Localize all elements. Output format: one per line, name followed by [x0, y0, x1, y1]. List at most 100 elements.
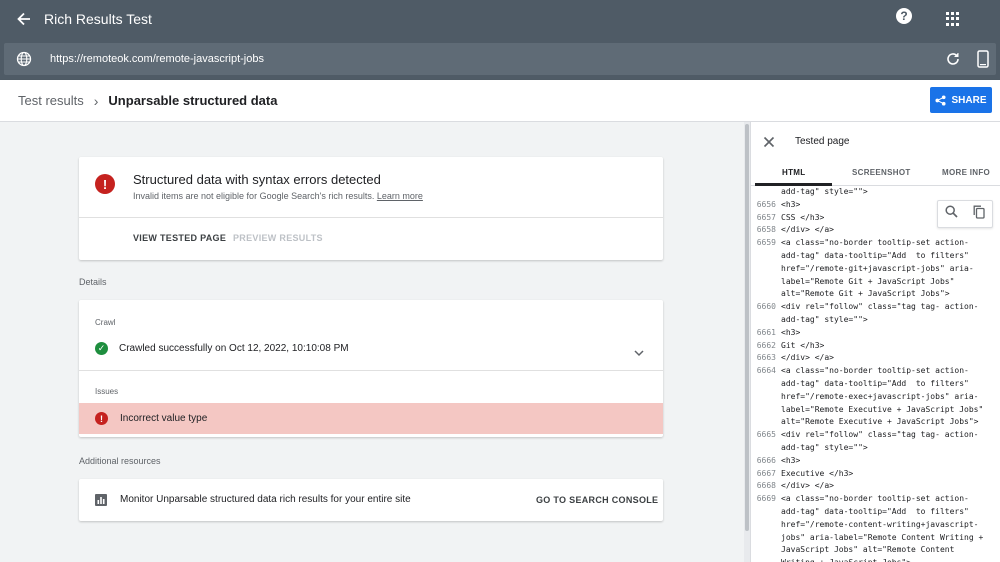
tab-screenshot[interactable]: SCREENSHOT [852, 168, 911, 177]
code-text: add-tag" style=""> [781, 314, 868, 324]
code-line: 6665 <div rel="follow" class="tag tag- ac… [751, 429, 1000, 442]
line-number [751, 391, 781, 404]
line-number: 6663 [756, 353, 776, 363]
code-text: href="/remote-git+javascript-jobs" aria- [781, 263, 974, 273]
bar-chart-icon [95, 493, 107, 506]
view-tested-page-button[interactable]: VIEW TESTED PAGE [133, 233, 226, 243]
code-line: 6663 </div> </a> [751, 352, 1000, 365]
code-toolbar [937, 200, 993, 228]
code-line: 6668 </div> </a> [751, 480, 1000, 493]
code-text: add-tag" style=""> [781, 187, 868, 196]
tested-page-panel: Tested page HTML SCREENSHOT MORE INFO ad… [750, 122, 1000, 562]
code-line: jobs" aria-label="Remote Content Writing… [751, 532, 1000, 545]
preview-results-button[interactable]: PREVIEW RESULTS [233, 233, 323, 243]
line-number: 6668 [756, 481, 776, 491]
line-number [751, 378, 781, 391]
monitor-text: Monitor Unparsable structured data rich … [120, 494, 411, 505]
code-text: JavaScript Jobs" alt="Remote Content [781, 545, 955, 555]
code-text: Writing + JavaScript Jobs"> [781, 557, 911, 562]
chevron-down-icon[interactable] [634, 344, 644, 362]
code-text: label="Remote Git + JavaScript Jobs" [781, 276, 955, 286]
code-text: href="/remote-exec+javascript-jobs" aria… [781, 391, 979, 401]
tab-html[interactable]: HTML [782, 168, 805, 177]
divider [79, 217, 663, 218]
line-number: 6666 [756, 455, 776, 465]
tested-page-header: Tested page [751, 122, 1000, 160]
line-number [751, 186, 781, 199]
code-line: 6667 Executive </h3> [751, 468, 1000, 481]
line-number [751, 276, 781, 289]
line-number [751, 557, 781, 562]
tab-more-info[interactable]: MORE INFO [942, 168, 990, 177]
help-icon[interactable]: ? [896, 8, 912, 24]
line-number: 6656 [756, 199, 776, 209]
apps-grid-icon[interactable] [946, 12, 960, 26]
line-number [751, 416, 781, 429]
line-number: 6664 [756, 366, 776, 376]
breadcrumb-parent[interactable]: Test results [18, 93, 84, 108]
arrow-back-icon[interactable] [14, 9, 34, 29]
error-icon: ! [95, 412, 108, 425]
code-text: add-tag" style=""> [781, 442, 868, 452]
issues-label: Issues [95, 387, 119, 396]
issue-row[interactable]: ! Incorrect value type [79, 403, 663, 434]
code-line: add-tag" data-tooltip="Add to filters" [751, 250, 1000, 263]
line-number [751, 442, 781, 455]
code-line: 6662 Git </h3> [751, 340, 1000, 353]
breadcrumb: Test results › Unparsable structured dat… [0, 80, 1000, 122]
share-label: SHARE [951, 94, 987, 106]
code-text: <div rel="follow" class="tag tag- action… [781, 302, 979, 312]
line-number: 6657 [756, 212, 776, 222]
additional-resources-heading: Additional resources [79, 456, 161, 466]
error-subtitle: Invalid items are not eligible for Googl… [133, 191, 423, 201]
url-text[interactable]: https://remoteok.com/remote-javascript-j… [50, 53, 264, 65]
code-line: label="Remote Executive + JavaScript Job… [751, 404, 1000, 417]
code-text: </div> </a> [781, 481, 834, 491]
line-number: 6662 [756, 340, 776, 350]
title-row: Rich Results Test ? [0, 0, 1000, 38]
code-text: <div rel="follow" class="tag tag- action… [781, 430, 979, 440]
code-text: <a class="no-border tooltip-set action- [781, 366, 969, 376]
html-code-view[interactable]: add-tag" style=""> 6656 <h3> 6657 CSS </h3> 6… [751, 186, 1000, 562]
line-number: 6667 [756, 468, 776, 478]
app-title: Rich Results Test [44, 11, 152, 27]
code-text: <h3> [781, 327, 801, 337]
code-line: 6660 <div rel="follow" class="tag tag- ac… [751, 301, 1000, 314]
error-subtitle-text: Invalid items are not eligible for Googl… [133, 191, 375, 201]
page-title: Unparsable structured data [108, 93, 278, 108]
close-icon[interactable] [763, 135, 775, 148]
crawl-row[interactable]: ✓ Crawled successfully on Oct 12, 2022, … [95, 342, 349, 355]
scrollbar-thumb[interactable] [745, 124, 749, 531]
share-icon [935, 94, 947, 106]
search-console-card: Monitor Unparsable structured data rich … [79, 479, 663, 521]
learn-more-link[interactable]: Learn more [377, 191, 423, 201]
code-line: href="/remote-git+javascript-jobs" aria- [751, 263, 1000, 276]
code-line: 6666 <h3> [751, 455, 1000, 468]
line-number [751, 250, 781, 263]
issue-text: Incorrect value type [120, 413, 208, 424]
go-to-search-console-button[interactable]: GO TO SEARCH CONSOLE [536, 495, 658, 505]
code-line: 6661 <h3> [751, 327, 1000, 340]
copy-icon[interactable] [973, 205, 985, 224]
crawl-status: Crawled successfully on Oct 12, 2022, 10… [119, 343, 349, 354]
line-number [751, 263, 781, 276]
code-line: Writing + JavaScript Jobs"> [751, 557, 1000, 562]
crawl-label: Crawl [95, 318, 116, 327]
code-text: alt="Remote Git + JavaScript Jobs"> [781, 289, 950, 299]
divider [79, 370, 663, 371]
error-summary-card: ! Structured data with syntax errors det… [79, 157, 663, 260]
code-text: add-tag" data-tooltip="Add to filters" [781, 250, 969, 260]
line-number [751, 519, 781, 532]
chevron-right-icon: › [93, 92, 99, 109]
code-text: CSS </h3> [781, 212, 825, 222]
line-number [751, 314, 781, 327]
line-number [751, 506, 781, 519]
smartphone-icon[interactable] [977, 50, 989, 68]
search-icon[interactable] [945, 205, 958, 223]
share-button[interactable]: SHARE [930, 87, 992, 113]
details-heading: Details [79, 277, 107, 287]
code-text: alt="Remote Executive + JavaScript Jobs"… [781, 417, 979, 427]
refresh-icon[interactable] [945, 51, 961, 67]
globe-icon [16, 51, 32, 67]
check-circle-icon: ✓ [95, 342, 108, 355]
